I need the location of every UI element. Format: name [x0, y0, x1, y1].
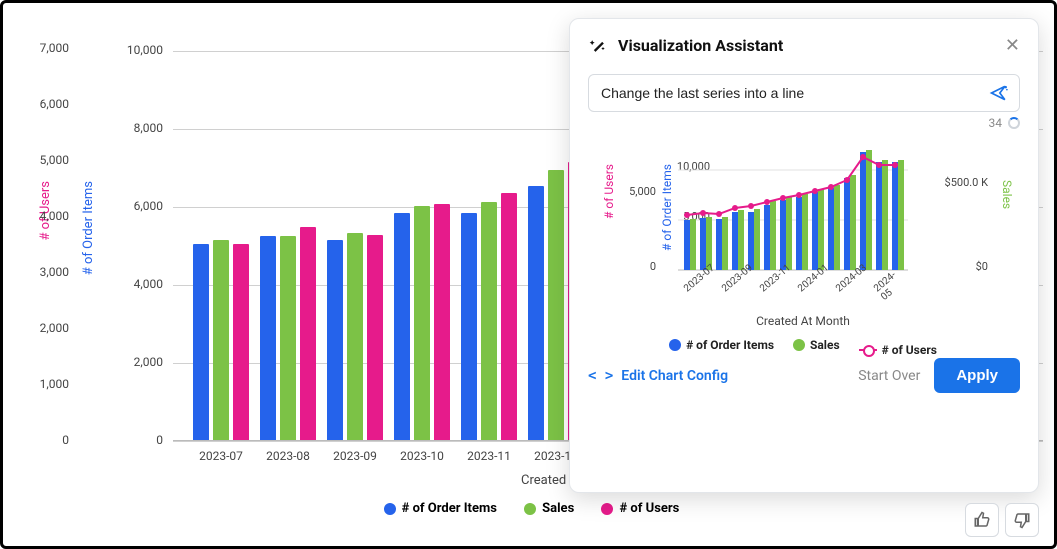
mini-y1-label: # of Users	[602, 164, 616, 219]
y1-ticks: 0 1,000 2,000 3,000 4,000 5,000 6,000 7,…	[3, 21, 75, 441]
x-tick: 2023-09	[333, 449, 377, 463]
mini-y2-label: # of Order Items	[660, 164, 674, 251]
bar-users[interactable]	[501, 193, 517, 440]
thumbs-up-button[interactable]	[965, 503, 999, 537]
bar-group	[193, 240, 249, 440]
edit-config-label: Edit Chart Config	[621, 368, 728, 384]
y1-tick: 6,000	[9, 97, 69, 111]
close-icon[interactable]: ✕	[1005, 35, 1020, 56]
y2-tick: 0	[103, 433, 163, 447]
mini-x-ticks: 2023-07 2023-09 2023-11 2024-01 2024-03 …	[678, 280, 908, 340]
bar-sales[interactable]	[548, 170, 564, 440]
y2-tick: 6,000	[103, 199, 163, 213]
mini-legend-users[interactable]: # of Users	[859, 343, 937, 357]
legend-label: Sales	[542, 501, 574, 516]
y2-tick: 4,000	[103, 277, 163, 291]
mini-legend-order-items[interactable]: # of Order Items	[669, 338, 774, 352]
spinner-icon	[1008, 117, 1020, 129]
legend-sales[interactable]: Sales	[524, 501, 574, 516]
y1-tick: 3,000	[9, 265, 69, 279]
panel-footer: < > Edit Chart Config Start Over Apply	[588, 358, 1020, 393]
main-legend: # of Order Items Sales # of Users	[3, 501, 1057, 519]
magic-wand-icon	[588, 36, 608, 56]
thumbs-down-icon	[1013, 511, 1031, 529]
bar-sales[interactable]	[280, 236, 296, 440]
apply-button[interactable]: Apply	[934, 358, 1020, 393]
thumbs-down-button[interactable]	[1005, 503, 1039, 537]
y1-tick: 0	[9, 433, 69, 447]
y1-tick: 7,000	[9, 41, 69, 55]
mini-y3-label: Sales	[1000, 180, 1014, 209]
thumbs-up-icon	[973, 511, 991, 529]
legend-label: # of Order Items	[686, 338, 774, 352]
legend-users[interactable]: # of Users	[601, 501, 679, 516]
bar-sales[interactable]	[213, 240, 229, 440]
send-icon[interactable]	[989, 83, 1009, 103]
bar-users[interactable]	[233, 244, 249, 440]
x-tick: 2023-11	[467, 449, 511, 463]
prompt-input[interactable]	[599, 84, 981, 102]
bar-order-items[interactable]	[461, 213, 477, 440]
y2-ticks: 0 2,000 4,000 6,000 8,000 10,000	[103, 21, 167, 441]
x-tick: 2023-10	[400, 449, 444, 463]
bar-users[interactable]	[434, 204, 450, 440]
mini-x-axis-label: Created At Month	[588, 314, 1018, 328]
legend-label: # of Order Items	[402, 501, 497, 516]
legend-label: # of Users	[882, 343, 937, 357]
bar-users[interactable]	[367, 235, 383, 440]
bar-order-items[interactable]	[327, 240, 343, 440]
bar-group	[327, 233, 383, 440]
y2-tick: 10,000	[103, 43, 163, 57]
y2-tick: 2,000	[103, 355, 163, 369]
legend-label: # of Users	[619, 501, 679, 516]
x-tick: 2023-07	[199, 449, 243, 463]
mini-y3-tick: $0	[976, 260, 988, 273]
bar-order-items[interactable]	[528, 186, 544, 440]
y1-tick: 1,000	[9, 377, 69, 391]
legend-label: Sales	[810, 338, 840, 352]
token-counter: 34	[588, 116, 1020, 130]
panel-header: Visualization Assistant ✕	[588, 35, 1020, 56]
start-over-link[interactable]: Start Over	[858, 368, 920, 384]
mini-chart-preview: # of Users # of Order Items Sales 0 5,00…	[588, 140, 1020, 350]
mini-y1-tick: 5,000	[616, 185, 656, 198]
x-tick: 2023-08	[266, 449, 310, 463]
y2-axis-label: # of Order Items	[81, 181, 96, 275]
panel-title: Visualization Assistant	[618, 36, 995, 55]
y1-tick: 5,000	[9, 153, 69, 167]
app-stage: # of Users # of Order Items 0 1,000 2,00…	[0, 0, 1057, 549]
y1-tick: 2,000	[9, 321, 69, 335]
visualization-assistant-panel: Visualization Assistant ✕ 34 # of Users …	[569, 18, 1039, 493]
bar-sales[interactable]	[414, 206, 430, 440]
bar-order-items[interactable]	[193, 244, 209, 440]
bar-group	[260, 227, 316, 440]
mini-legend-sales[interactable]: Sales	[793, 338, 840, 352]
mini-y1-tick: 0	[616, 260, 656, 273]
bar-users[interactable]	[300, 227, 316, 440]
feedback-row	[965, 503, 1039, 537]
y2-tick: 8,000	[103, 121, 163, 135]
bar-sales[interactable]	[347, 233, 363, 440]
legend-order-items[interactable]: # of Order Items	[384, 501, 497, 516]
mini-y3-tick: $500.0 K	[945, 176, 988, 189]
bar-order-items[interactable]	[260, 236, 276, 440]
bar-sales[interactable]	[481, 202, 497, 440]
counter-value: 34	[989, 116, 1003, 130]
edit-chart-config-link[interactable]: < > Edit Chart Config	[588, 368, 858, 384]
code-icon: < >	[588, 368, 613, 384]
bar-order-items[interactable]	[394, 213, 410, 440]
bar-group	[461, 193, 517, 440]
bar-group	[394, 204, 450, 440]
mini-chart-svg	[678, 140, 908, 280]
x-axis-label: Created	[521, 473, 566, 488]
y1-tick: 4,000	[9, 209, 69, 223]
mini-legend: # of Order Items Sales # of Users	[588, 338, 1018, 357]
prompt-row	[588, 74, 1020, 112]
